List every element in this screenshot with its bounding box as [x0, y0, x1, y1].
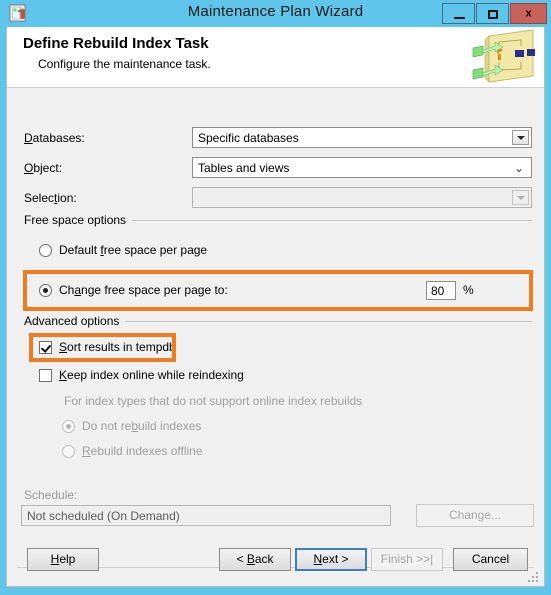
resize-grip-icon[interactable]: [528, 572, 539, 583]
selection-dropdown-arrow: [512, 190, 529, 205]
radio-default-free-space-label: Default free space per page: [59, 243, 208, 257]
schedule-value: Not scheduled (On Demand): [27, 509, 180, 523]
close-button[interactable]: x: [510, 3, 547, 24]
cancel-label: Cancel: [471, 552, 510, 566]
schedule-label: Schedule:: [24, 488, 78, 502]
radio-change-free-space[interactable]: [39, 284, 52, 297]
help-button[interactable]: Help: [27, 548, 99, 571]
close-icon: x: [525, 7, 532, 19]
chevron-down-icon: [516, 195, 525, 200]
checkbox-keep-index-online-label: Keep index online while reindexing: [59, 368, 244, 382]
checkbox-sort-tempdb-label: Sort results in tempdb: [59, 340, 176, 354]
chevron-down-icon[interactable]: ⌄: [514, 162, 524, 174]
window-frame: Maintenance Plan Wizard x Define Rebuild…: [0, 0, 551, 595]
chevron-down-icon: [516, 135, 525, 140]
radio-rebuild-offline-label: Rebuild indexes offline: [82, 444, 203, 458]
title-bar[interactable]: Maintenance Plan Wizard x: [0, 0, 551, 27]
wizard-dialog: Define Rebuild Index Task Configure the …: [6, 27, 545, 587]
window-controls: x: [441, 3, 547, 24]
maintenance-plan-diagram-icon: [459, 28, 541, 86]
page-title: Define Rebuild Index Task: [23, 35, 209, 52]
online-rebuild-note: For index types that do not support onli…: [64, 394, 363, 408]
minimize-icon: [454, 17, 465, 19]
databases-dropdown-arrow[interactable]: [512, 130, 529, 145]
free-space-group-caption: Free space options: [24, 213, 133, 227]
radio-rebuild-offline: [62, 445, 75, 458]
radio-do-not-rebuild: [62, 420, 75, 433]
free-space-percent-value: 80: [431, 284, 445, 298]
free-space-percent-input[interactable]: 80: [426, 281, 456, 300]
checkbox-sort-tempdb[interactable]: [39, 341, 52, 354]
selection-label: Selection:: [24, 191, 77, 205]
page-subtitle: Configure the maintenance task.: [38, 57, 211, 71]
databases-dropdown[interactable]: Specific databases: [192, 127, 532, 148]
databases-label: Databases:: [24, 131, 85, 145]
finish-button: Finish >>|: [371, 548, 443, 571]
wizard-header: Define Rebuild Index Task Configure the …: [7, 27, 544, 88]
cancel-button[interactable]: Cancel: [453, 548, 528, 571]
advanced-group-caption: Advanced options: [24, 314, 126, 328]
object-dropdown[interactable]: Tables and views ⌄: [192, 157, 532, 178]
wizard-content: Databases: Specific databases Object: Ta…: [7, 88, 544, 503]
schedule-value-box: Not scheduled (On Demand): [21, 505, 391, 526]
radio-default-free-space[interactable]: [39, 244, 52, 257]
percent-unit-label: %: [463, 283, 474, 297]
change-schedule-label: Change...: [448, 508, 502, 522]
radio-change-free-space-label: Change free space per page to:: [59, 283, 228, 297]
object-label: Object:: [24, 161, 63, 175]
finish-label: Finish >>|: [380, 552, 434, 566]
back-button[interactable]: < Back: [219, 548, 291, 571]
maximize-button[interactable]: [476, 3, 509, 24]
radio-do-not-rebuild-label: Do not rebuild indexes: [82, 419, 202, 433]
object-value: Tables and views: [198, 161, 290, 175]
checkbox-keep-index-online[interactable]: [39, 369, 52, 382]
next-button[interactable]: Next >: [295, 548, 367, 571]
maximize-icon: [488, 10, 498, 19]
databases-value: Specific databases: [198, 131, 299, 145]
selection-dropdown: [192, 187, 532, 208]
minimize-button[interactable]: [442, 3, 475, 24]
change-schedule-button: Change...: [416, 504, 534, 527]
